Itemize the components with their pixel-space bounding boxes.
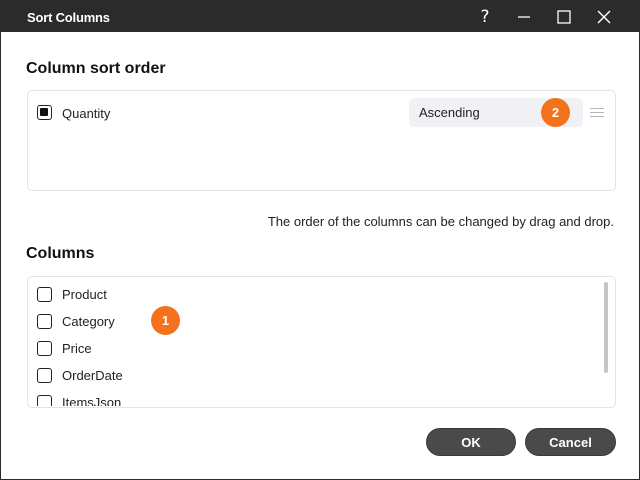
- cancel-button[interactable]: Cancel: [525, 428, 616, 456]
- sort-order-heading: Column sort order: [26, 60, 166, 77]
- column-checkbox-price[interactable]: [37, 341, 52, 356]
- close-icon[interactable]: [592, 5, 616, 29]
- drag-drop-hint: The order of the columns can be changed …: [267, 214, 614, 229]
- column-checkbox-product[interactable]: [37, 287, 52, 302]
- title-bar: Sort Columns ?: [1, 1, 639, 32]
- columns-list: Product Category Price OrderDate ItemsJs…: [28, 278, 615, 406]
- column-label: OrderDate: [62, 368, 123, 383]
- sort-item-label: Quantity: [62, 106, 111, 121]
- window-title: Sort Columns: [27, 10, 110, 25]
- columns-scrollbar[interactable]: [604, 282, 608, 373]
- step-badge-1: 1: [151, 306, 180, 335]
- ok-button[interactable]: OK: [426, 428, 516, 456]
- sort-columns-dialog: Sort Columns ? Column sort order Quantit…: [0, 0, 640, 480]
- column-checkbox-orderdate[interactable]: [37, 368, 52, 383]
- step-badge-2: 2: [541, 98, 570, 127]
- help-icon[interactable]: ?: [473, 5, 497, 29]
- column-label: Category: [62, 314, 115, 329]
- minimize-icon[interactable]: [512, 5, 536, 29]
- column-label: ItemsJson: [62, 395, 122, 406]
- sort-item-checkbox-quantity[interactable]: [37, 105, 52, 120]
- column-checkbox-itemsjson[interactable]: [37, 395, 52, 406]
- column-label: Price: [62, 341, 92, 356]
- column-checkbox-category[interactable]: [37, 314, 52, 329]
- sort-direction-value: Ascending: [419, 105, 480, 120]
- column-label: Product: [62, 287, 107, 302]
- columns-heading: Columns: [26, 245, 95, 262]
- maximize-icon[interactable]: [552, 5, 576, 29]
- drag-handle-icon[interactable]: [590, 108, 604, 118]
